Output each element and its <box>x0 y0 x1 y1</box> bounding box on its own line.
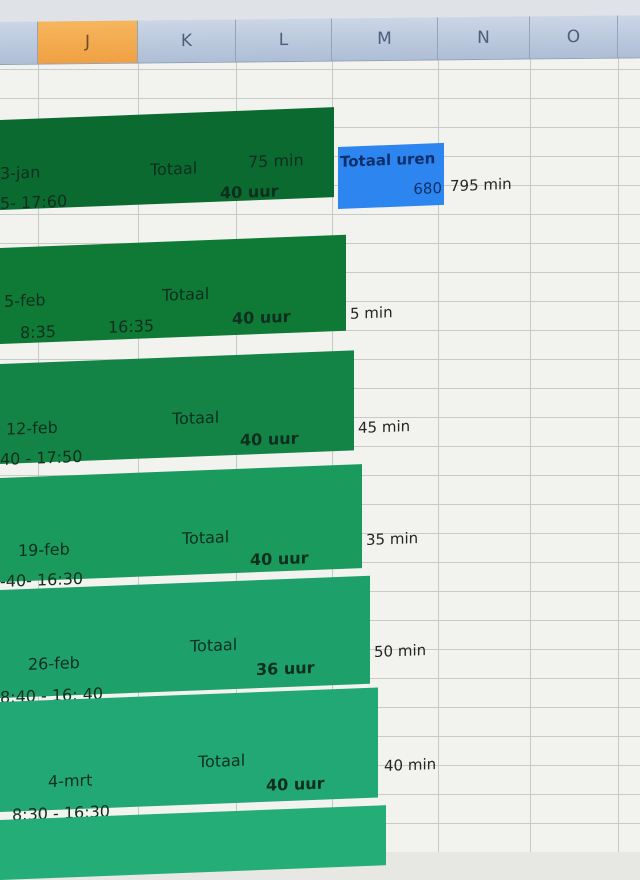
column-header-n[interactable]: N <box>438 16 530 60</box>
week-band[interactable]: 12-feb 40 - 17:50 Totaal 40 uur <box>0 350 354 469</box>
column-header-prev[interactable] <box>0 21 38 64</box>
column-header-j[interactable]: J <box>38 20 138 64</box>
column-header-o[interactable]: O <box>530 15 618 59</box>
week-date: 5-feb <box>4 290 46 311</box>
week-hours: 36 uur <box>256 657 315 680</box>
week-date: 3-jan <box>0 162 41 183</box>
totals-cell[interactable]: Totaal uren 680 <box>338 142 444 209</box>
week-total-label: Totaal <box>190 634 238 656</box>
week-time: 5- 17:60 <box>0 191 68 213</box>
week-band[interactable]: 3-jan 5- 17:60 Totaal 75 min 40 uur <box>0 107 334 213</box>
week-side-minutes: 50 min <box>374 640 427 662</box>
week-minutes: 75 min <box>248 150 304 172</box>
week-total-label: Totaal <box>162 283 210 305</box>
week-hours: 40 uur <box>240 428 299 450</box>
column-header-m[interactable]: M <box>332 17 438 61</box>
week-time-end: 16:35 <box>108 316 155 337</box>
column-header-l[interactable]: L <box>236 18 332 62</box>
week-side-minutes: 45 min <box>358 416 411 438</box>
grid-column-line <box>618 50 619 852</box>
week-side-minutes: 35 min <box>366 528 419 550</box>
totals-label: Totaal uren <box>340 149 436 171</box>
totals-minutes: 795 min <box>450 174 512 196</box>
week-date: 4-mrt <box>48 770 93 792</box>
week-side-minutes: 40 min <box>384 754 437 776</box>
week-total-label: Totaal <box>198 750 246 772</box>
week-band[interactable]: 5-feb 8:35 16:35 Totaal 40 uur <box>0 234 346 344</box>
grid-column-line <box>530 50 531 852</box>
week-band[interactable]: 4-mrt 8:30 - 16:30 Totaal 40 uur <box>0 687 378 825</box>
column-header-k[interactable]: K <box>138 19 236 63</box>
week-total-label: Totaal <box>182 527 230 549</box>
column-header-bar: J K L M N O <box>0 15 640 65</box>
week-side-minutes: 5 min <box>350 303 393 323</box>
week-total-label: Totaal <box>150 158 198 180</box>
week-date: 19-feb <box>18 539 70 561</box>
week-hours: 40 uur <box>220 181 279 203</box>
week-time: 40 - 17:50 <box>0 446 83 469</box>
week-band[interactable]: 19-feb -40- 16:30 Totaal 40 uur <box>0 464 362 591</box>
week-total-label: Totaal <box>172 407 220 429</box>
week-hours: 40 uur <box>250 548 309 570</box>
week-band[interactable]: 26-feb 8:40 - 16: 40 Totaal 36 uur <box>0 575 370 707</box>
week-date: 26-feb <box>28 652 80 674</box>
week-date: 12-feb <box>6 417 58 439</box>
spreadsheet-grid: J K L M N O 3-jan 5- 17:60 Totaal 75 min… <box>0 0 640 880</box>
week-hours: 40 uur <box>266 773 325 795</box>
week-hours: 40 uur <box>232 306 291 329</box>
week-time-start: 8:35 <box>20 321 56 343</box>
totals-value: 680 <box>413 179 442 199</box>
